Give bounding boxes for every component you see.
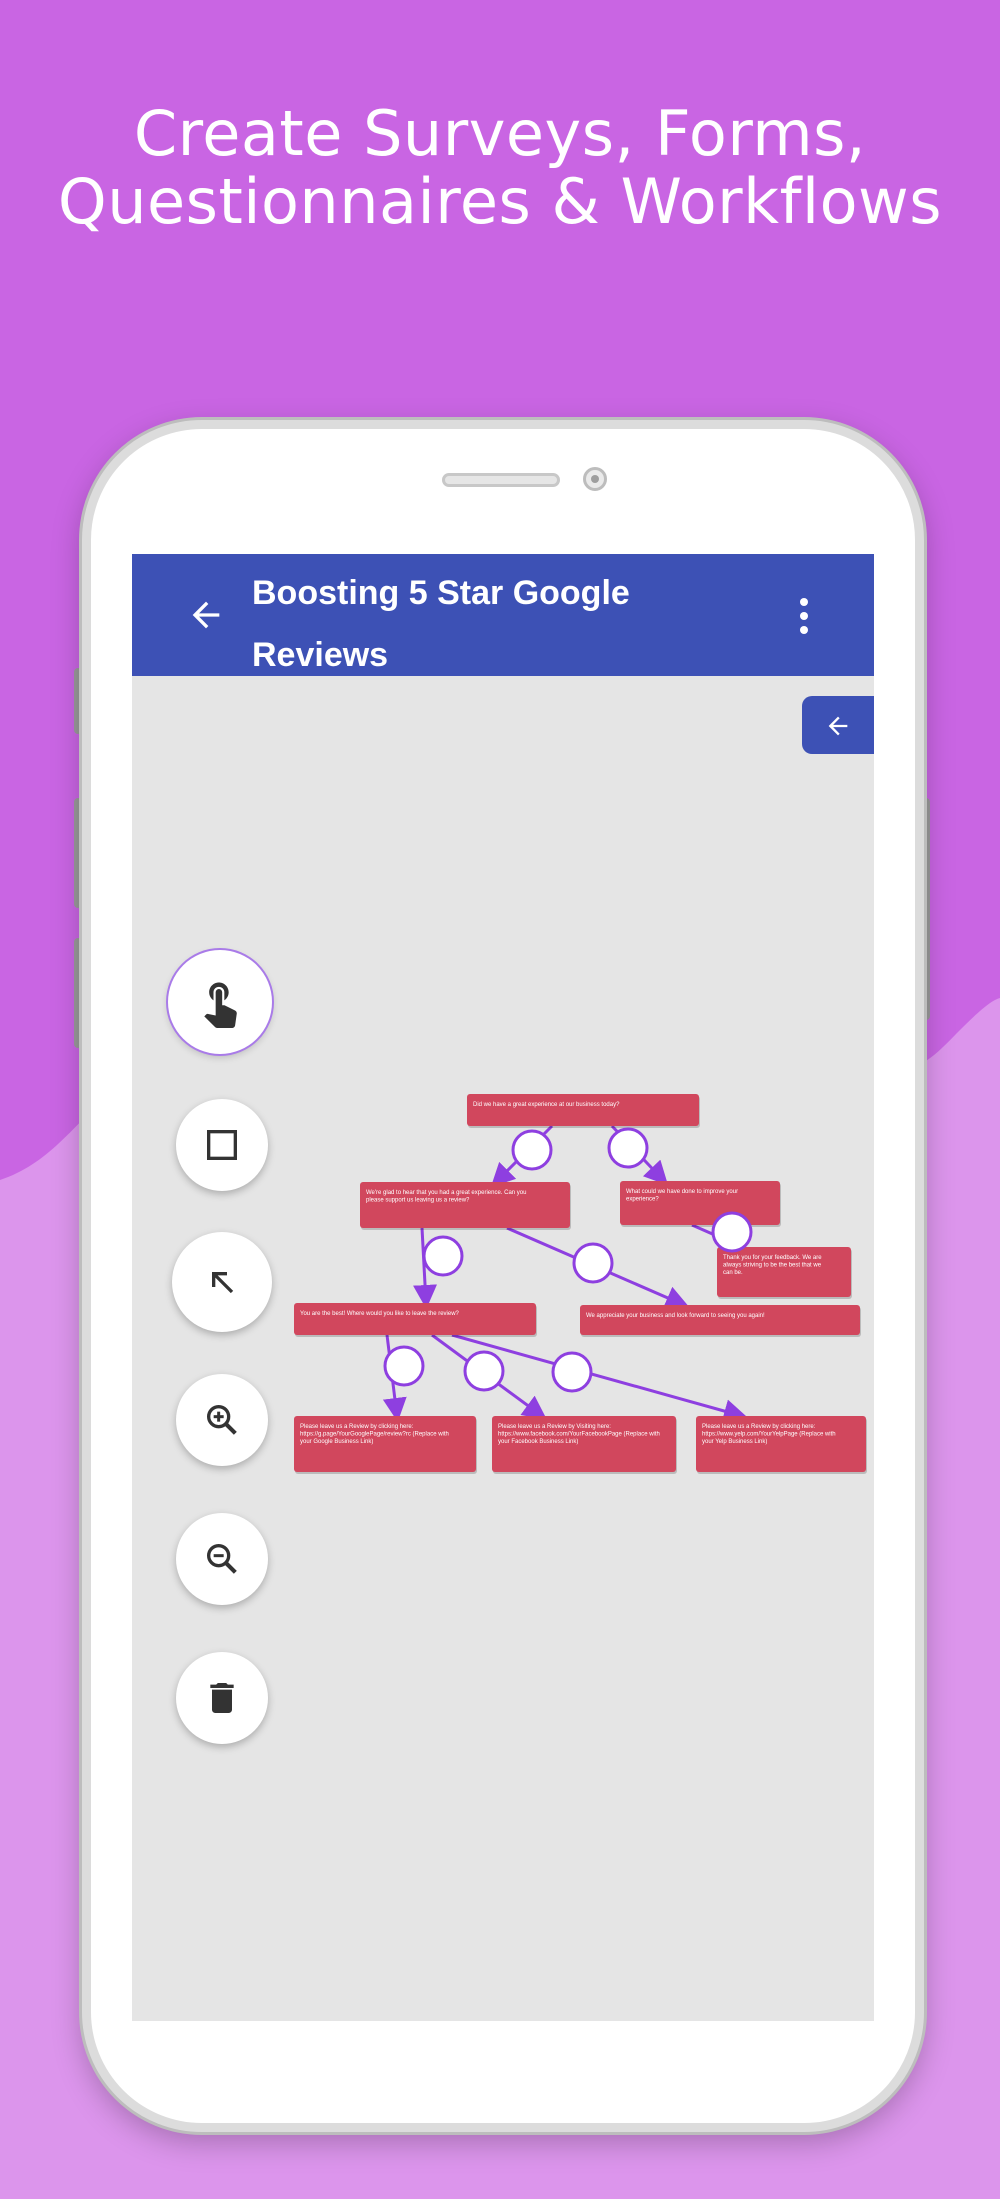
flow-node-yes[interactable]: We're glad to hear that you had a great … [360,1182,571,1230]
flow-node-improve[interactable]: What could we have done to improve your e… [620,1181,781,1227]
phone-camera [583,467,607,491]
headline-line-2: Questionnaires & Workflows [57,165,943,238]
connector-handle[interactable] [463,1350,505,1392]
flow-node-thanks[interactable]: Thank you for your feedback. We are alway… [717,1247,852,1299]
flow-node-appreciate[interactable]: We appreciate your business and look for… [580,1305,861,1337]
connector-handle[interactable] [383,1345,425,1387]
phone-speaker [442,473,560,487]
connector-handle[interactable] [551,1351,593,1393]
phone-button-volume-up [74,798,82,908]
headline-line-1: Create Surveys, Forms, [133,97,867,170]
flow-node-yelp[interactable]: Please leave us a Review by clicking her… [696,1416,867,1474]
app-screen: Boosting 5 Star Google Reviews Did we ha… [132,554,874,2021]
flow-node-google[interactable]: Please leave us a Review by clicking her… [294,1416,477,1474]
flow-node-q1[interactable]: Did we have a great experience at our bu… [467,1094,700,1128]
flow-node-facebook[interactable]: Please leave us a Review by Visiting her… [492,1416,677,1474]
connector-handle[interactable] [572,1242,614,1284]
flow-node-text: You are the best! Where would you like t… [300,1311,460,1317]
connector-handle[interactable] [511,1129,553,1171]
flow-node-where[interactable]: You are the best! Where would you like t… [294,1303,537,1337]
flow-node-text: We appreciate your business and look for… [586,1313,765,1319]
phone-button-volume-down [74,938,82,1048]
flow-diagram: Did we have a great experience at our bu… [294,1094,867,1474]
headline: Create Surveys, Forms, Questionnaires & … [0,100,1000,236]
phone-button-silent [74,668,82,734]
flow-node-text: Did we have a great experience at our bu… [473,1102,620,1108]
connector-handle[interactable] [607,1127,649,1169]
connector-handle[interactable] [711,1211,753,1253]
connector-handle[interactable] [422,1235,464,1277]
